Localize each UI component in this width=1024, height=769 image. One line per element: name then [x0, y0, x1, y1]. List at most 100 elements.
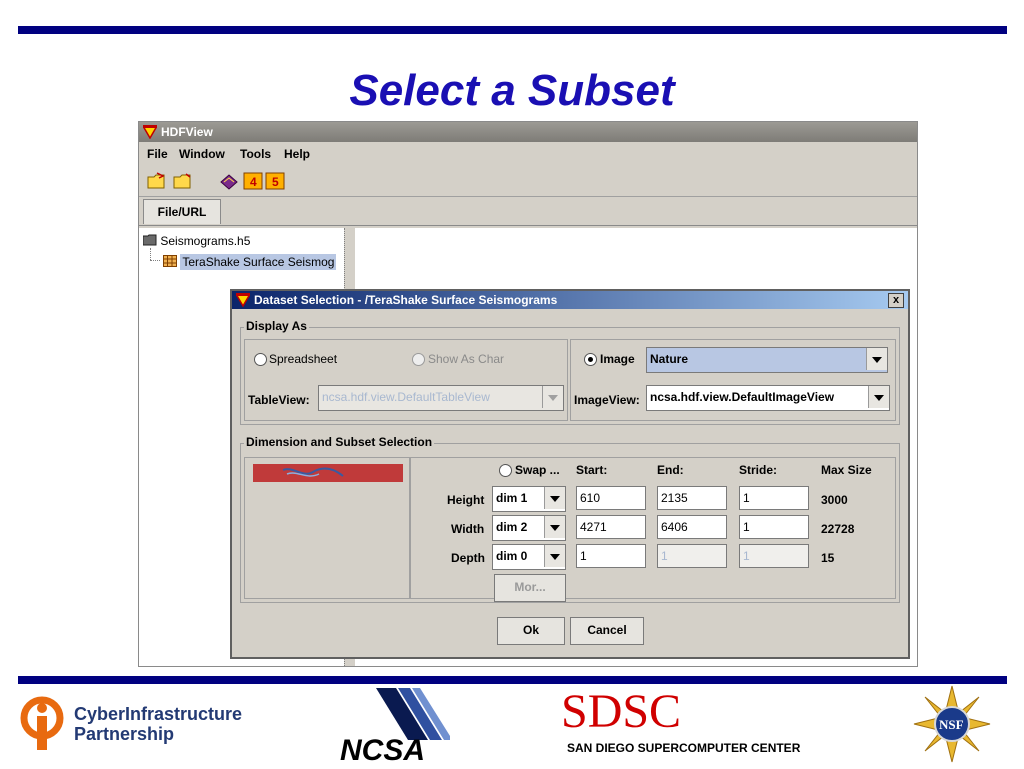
image-radio[interactable] [584, 353, 597, 366]
height-stride-field[interactable]: 1 [739, 486, 809, 510]
width-dim-value: dim 2 [496, 520, 528, 534]
top-rule [18, 26, 1007, 34]
preview-image [282, 467, 344, 477]
depth-dim-value: dim 0 [496, 549, 528, 563]
depth-dim-select[interactable]: dim 0 [492, 544, 566, 570]
palette-value: Nature [650, 352, 689, 366]
menu-tools[interactable]: Tools [240, 147, 271, 161]
stride-header: Stride: [739, 463, 778, 477]
close-icon[interactable]: x [888, 293, 904, 308]
chevron-down-icon [544, 516, 565, 538]
show-as-char-label: Show As Char [428, 352, 505, 366]
tree-file-label: Seismograms.h5 [160, 234, 251, 248]
swap-label: Swap ... [515, 463, 560, 477]
nsf-logo: NSF [912, 684, 992, 764]
max-size-header: Max Size [821, 463, 872, 477]
cip-line2: Partnership [74, 724, 175, 744]
tableview-select[interactable]: ncsa.hdf.view.DefaultTableView [318, 385, 564, 411]
menu-help[interactable]: Help [284, 147, 310, 161]
more-button[interactable]: Mor... [494, 574, 566, 602]
chevron-down-icon [868, 386, 889, 408]
cyberinfrastructure-logo: CyberInfrastructure Partnership [14, 692, 254, 758]
open-folder-icon[interactable] [173, 172, 193, 190]
hdf4-icon[interactable]: 4 [243, 172, 263, 190]
tree-item-file[interactable]: Seismograms.h5 [142, 234, 251, 248]
show-as-char-radio[interactable] [412, 353, 425, 366]
height-end-field[interactable]: 2135 [657, 486, 727, 510]
image-preview-thumbnail[interactable] [253, 464, 403, 482]
cip-emblem [20, 696, 64, 750]
chevron-down-icon [866, 348, 887, 370]
tree-connector [150, 248, 152, 260]
preview-panel [244, 457, 410, 599]
menu-file[interactable]: File [147, 147, 168, 161]
bottom-rule [18, 676, 1007, 684]
svg-text:4: 4 [250, 175, 257, 189]
ncsa-wordmark: NCSA [340, 734, 426, 767]
width-end-field[interactable]: 6406 [657, 515, 727, 539]
menu-window[interactable]: Window [179, 147, 225, 161]
dataset-selection-dialog: Dataset Selection - /TeraShake Surface S… [230, 289, 910, 659]
sdsc-logo: SDSC SAN DIEGO SUPERCOMPUTER CENTER [555, 684, 855, 764]
dataset-grid-icon [163, 255, 177, 267]
spreadsheet-radio[interactable] [254, 353, 267, 366]
imageview-select[interactable]: ncsa.hdf.view.DefaultImageView [646, 385, 890, 411]
dimension-group-label: Dimension and Subset Selection [244, 435, 435, 449]
row-height-label: Height [447, 493, 485, 507]
chevron-down-icon [544, 487, 565, 509]
hdf5-icon[interactable]: 5 [265, 172, 285, 190]
menu-bar: File Window Tools Help [139, 142, 917, 166]
image-label: Image [600, 352, 635, 366]
chevron-down-icon [542, 386, 563, 408]
open-file-icon[interactable] [147, 172, 167, 190]
cancel-button[interactable]: Cancel [570, 617, 644, 645]
palette-select[interactable]: Nature [646, 347, 888, 373]
dialog-titlebar: Dataset Selection - /TeraShake Surface S… [232, 291, 908, 309]
sdsc-wordmark: SDSC [561, 685, 682, 738]
hdfview-app-icon [143, 125, 157, 139]
spreadsheet-label: Spreadsheet [269, 352, 338, 366]
ok-button[interactable]: Ok [497, 617, 565, 645]
height-dim-select[interactable]: dim 1 [492, 486, 566, 512]
tab-divider [139, 225, 917, 226]
tree-item-dataset[interactable]: TeraShake Surface Seismog [163, 254, 337, 270]
width-dim-select[interactable]: dim 2 [492, 515, 566, 541]
height-dim-value: dim 1 [496, 491, 528, 505]
folder-icon [142, 234, 157, 246]
toolbar: 4 5 [139, 166, 917, 197]
width-stride-field[interactable]: 1 [739, 515, 809, 539]
tree-dataset-label: TeraShake Surface Seismog [180, 254, 337, 270]
row-width-label: Width [451, 522, 485, 536]
tree-connector-h [150, 260, 160, 262]
tableview-value: ncsa.hdf.view.DefaultTableView [322, 390, 490, 404]
sdsc-subtitle: SAN DIEGO SUPERCOMPUTER CENTER [567, 741, 801, 755]
end-header: End: [657, 463, 684, 477]
window-titlebar: HDFView [139, 122, 917, 142]
imageview-label: ImageView: [574, 393, 640, 407]
depth-stride-field[interactable]: 1 [739, 544, 809, 568]
book-icon[interactable] [219, 172, 239, 190]
row-depth-label: Depth [451, 551, 485, 565]
window-title: HDFView [161, 125, 213, 139]
chevron-down-icon [544, 545, 565, 567]
display-as-label: Display As [244, 319, 309, 333]
depth-start-field[interactable]: 1 [576, 544, 646, 568]
height-start-field[interactable]: 610 [576, 486, 646, 510]
dialog-app-icon [236, 293, 250, 307]
tab-file-url[interactable]: File/URL [143, 199, 221, 224]
cip-line1: CyberInfrastructure [74, 704, 243, 724]
start-header: Start: [576, 463, 608, 477]
ncsa-logo: NCSA [338, 688, 468, 767]
svg-text:5: 5 [272, 175, 279, 189]
nsf-wordmark: NSF [939, 717, 964, 732]
imageview-value: ncsa.hdf.view.DefaultImageView [650, 390, 835, 404]
depth-end-field[interactable]: 1 [657, 544, 727, 568]
dialog-title: Dataset Selection - /TeraShake Surface S… [254, 293, 558, 307]
depth-max: 15 [821, 551, 835, 565]
ncsa-emblem [376, 688, 450, 740]
width-start-field[interactable]: 4271 [576, 515, 646, 539]
slide-title: Select a Subset [349, 66, 675, 115]
swap-radio[interactable] [499, 464, 512, 477]
width-max: 22728 [821, 522, 855, 536]
tableview-label: TableView: [248, 393, 310, 407]
